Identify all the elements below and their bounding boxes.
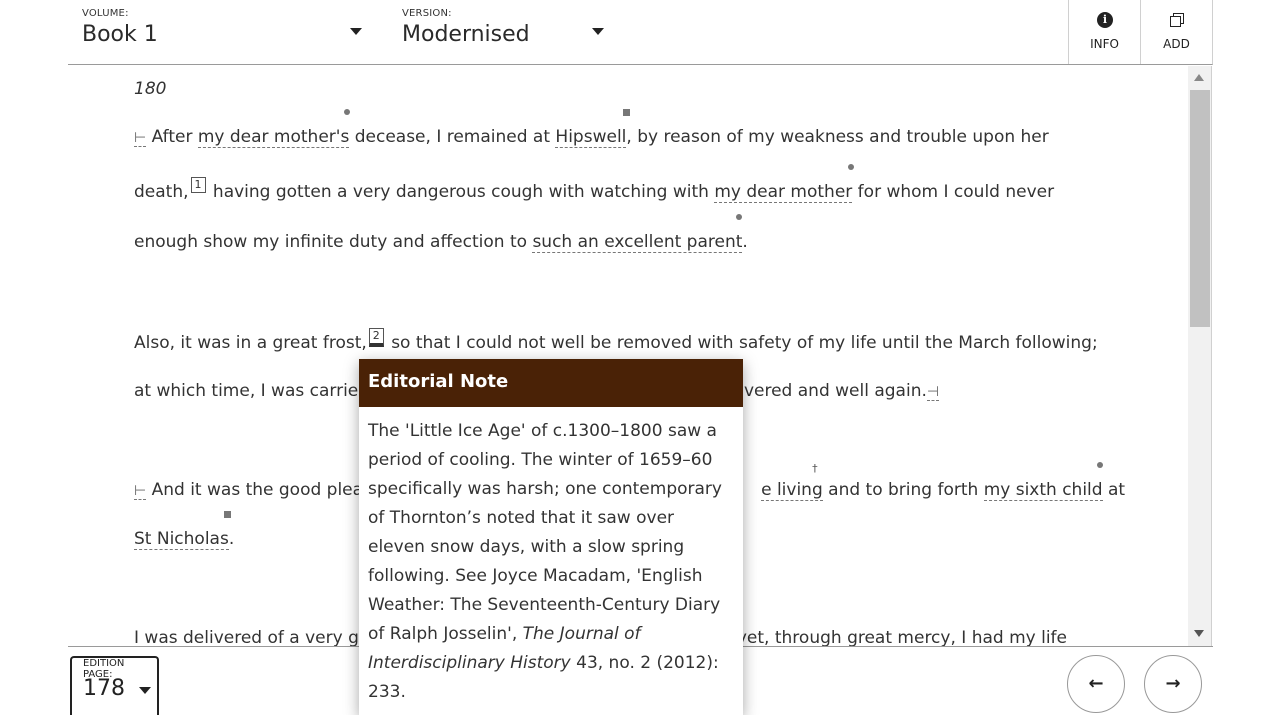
text-span: and to bring forth [822, 480, 984, 500]
footnote-marker[interactable]: 1 [190, 177, 206, 193]
link-text: my dear mother's [197, 127, 350, 147]
text-span: for whom I could never [852, 182, 1055, 202]
link-text: e living [761, 480, 823, 500]
text-span: so that I could not well be removed with… [385, 333, 1098, 353]
popup-body: The 'Little Ice Age' of c.1300–1800 saw … [359, 407, 743, 715]
annotation-link-place[interactable]: St Nicholas [134, 511, 231, 550]
text-span: And it was the good plea [151, 480, 364, 500]
info-icon: i [1097, 12, 1113, 28]
annotation-link-person[interactable]: my dear mother's [197, 109, 350, 148]
text-span: . [742, 232, 748, 252]
scroll-up-icon[interactable] [1194, 74, 1204, 81]
text-span: , by reason of my weakness and trouble u… [626, 127, 1049, 147]
volume-label: VOLUME: [82, 8, 129, 19]
vertical-scrollbar[interactable] [1188, 66, 1212, 646]
annotation-link-place[interactable]: Hipswell [555, 109, 631, 148]
text-line: death, 1 having gotten a very dangerous c… [134, 164, 1055, 203]
text-span: enough show my infinite duty and affecti… [134, 232, 533, 252]
arrow-right-icon: → [1165, 673, 1181, 694]
popup-text: The 'Little Ice Age' of c.1300–1800 saw … [368, 421, 722, 644]
person-marker-icon [848, 164, 855, 170]
text-line: Also, it was in a great frost, 2 so that … [134, 328, 1098, 356]
text-span: delivered and well again. [713, 381, 927, 401]
caret-down-icon [592, 28, 604, 35]
add-button[interactable]: ADD [1140, 0, 1212, 64]
scroll-thumb[interactable] [1190, 90, 1210, 327]
text-span: . [228, 529, 235, 549]
copy-icon [1169, 12, 1185, 28]
annotation-link-person[interactable]: my dear mother [714, 164, 855, 203]
text-span: Also, it was in a great frost, [134, 333, 367, 353]
edition-page-select[interactable]: EDITION PAGE: 178 [70, 656, 159, 715]
arrow-left-icon: ← [1088, 673, 1104, 694]
link-text: Hipswell [555, 127, 627, 147]
link-text: my sixth child [983, 480, 1103, 500]
editorial-note-popup: Editorial Note The 'Little Ice Age' of c… [359, 359, 743, 715]
volume-value: Book 1 [82, 22, 158, 47]
version-label: VERSION: [402, 8, 452, 19]
link-text: St Nicholas [134, 529, 229, 549]
previous-page-button[interactable]: ← [1067, 655, 1125, 713]
top-toolbar: VOLUME: Book 1 VERSION: Modernised i INF… [68, 0, 1213, 65]
dagger-marker-icon: † [812, 462, 818, 475]
annotation-link-person[interactable]: e living † [761, 462, 823, 501]
popup-title: Editorial Note [359, 359, 743, 407]
info-button-label: INFO [1090, 37, 1119, 51]
link-text: such an excellent parent [532, 232, 743, 252]
link-text: my dear mother [714, 182, 853, 202]
place-marker-icon [224, 511, 231, 518]
open-bracket-marker[interactable]: ⊢ [134, 483, 147, 500]
add-button-label: ADD [1163, 37, 1190, 51]
text-span: yet, through great mercy, I had my life [736, 628, 1067, 646]
text-span: at [1102, 480, 1126, 500]
close-bracket-marker[interactable]: ⊣ [926, 384, 940, 401]
person-marker-icon [343, 109, 350, 115]
place-marker-icon [623, 109, 631, 116]
annotation-link-person[interactable]: my sixth child [983, 462, 1103, 501]
person-marker-icon [1096, 462, 1103, 468]
next-page-button[interactable]: → [1144, 655, 1202, 713]
version-select[interactable]: VERSION: Modernised [388, 0, 618, 64]
info-button[interactable]: i INFO [1068, 0, 1140, 64]
text-span: having gotten a very dangerous cough wit… [207, 182, 715, 202]
page-number: 180 [134, 79, 167, 99]
caret-down-icon [139, 687, 151, 694]
annotation-link-person[interactable]: such an excellent parent [532, 214, 743, 253]
text-span: After [151, 127, 198, 147]
volume-select[interactable]: VOLUME: Book 1 [68, 0, 373, 64]
text-line: ⊢ After my dear mother's decease, I rema… [134, 109, 1049, 149]
open-bracket-marker[interactable]: ⊢ [134, 130, 147, 147]
text-span: decease, I remained at [349, 127, 556, 147]
text-line: enough show my infinite duty and affecti… [134, 214, 748, 253]
caret-down-icon [350, 28, 362, 35]
edition-page-value: 178 [83, 676, 125, 701]
text-span: death, [134, 182, 189, 202]
person-marker-icon [736, 214, 743, 220]
text-span: at which time, I was carrie [134, 381, 359, 401]
footnote-marker-active[interactable]: 2 [368, 328, 384, 347]
scroll-down-icon[interactable] [1194, 630, 1204, 637]
text-line: St Nicholas. [134, 511, 235, 550]
version-value: Modernised [402, 22, 530, 47]
text-span: I was delivered of a very g [134, 628, 359, 646]
